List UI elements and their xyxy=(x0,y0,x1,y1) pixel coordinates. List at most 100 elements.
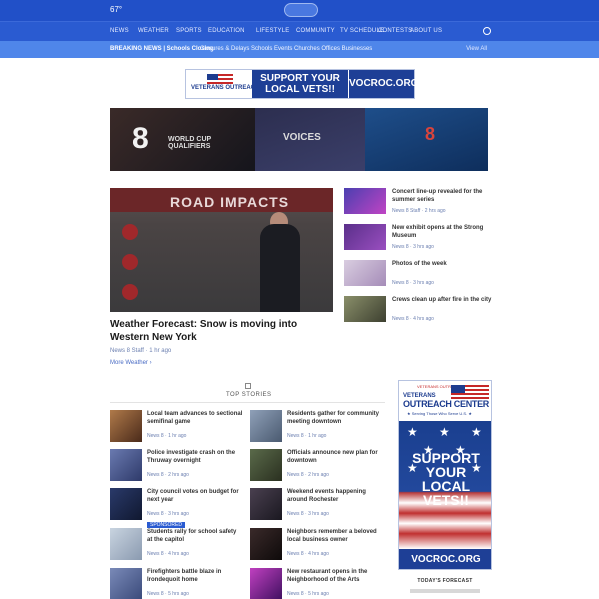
story-title[interactable]: Students rally for school safety at the … xyxy=(147,528,243,544)
ticker-label[interactable]: BREAKING NEWS | Schools Closing xyxy=(110,46,214,52)
story-thumbnail xyxy=(344,260,386,286)
side-story[interactable]: Crews clean up after fire in the city Ne… xyxy=(344,296,494,326)
impact-dot xyxy=(122,254,138,270)
star-icon: ★ xyxy=(407,425,418,439)
story-title[interactable]: City council votes on budget for next ye… xyxy=(147,488,243,504)
grid-story[interactable]: Weekend events happening around Rocheste… xyxy=(250,488,385,522)
grid-story[interactable]: Neighbors remember a beloved local busin… xyxy=(250,528,385,562)
flag-icon xyxy=(451,385,489,399)
story-meta: News 8 Staff · 2 hrs ago xyxy=(392,208,446,214)
story-title[interactable]: New exhibit opens at the Strong Museum xyxy=(392,224,492,240)
story-thumbnail xyxy=(110,410,142,442)
story-thumbnail xyxy=(344,296,386,322)
story-meta: News 8 · 4 hrs ago xyxy=(147,551,189,557)
leaderboard-ad[interactable]: VETERANS OUTREACH CENTER SUPPORT YOUR LO… xyxy=(185,69,418,99)
hero-image[interactable]: ROAD IMPACTS xyxy=(110,188,333,312)
story-meta: News 8 · 1 hr ago xyxy=(147,433,187,439)
nav-lifestyle[interactable]: LIFESTYLE xyxy=(256,28,289,34)
impact-dot xyxy=(122,284,138,300)
section-icon xyxy=(245,383,251,389)
story-title[interactable]: Crews clean up after fire in the city xyxy=(392,296,492,304)
banner-panel-flag: 8 xyxy=(365,108,488,171)
ad-brand-line2: OUTREACH CENTER Inc. xyxy=(403,399,491,409)
hero-more-link[interactable]: More Weather › xyxy=(110,360,152,366)
story-meta: News 8 · 5 hrs ago xyxy=(287,591,329,597)
main-nav: NEWS WEATHER SPORTS EDUCATION LIFESTYLE … xyxy=(0,21,599,41)
story-title[interactable]: New restaurant opens in the Neighborhood… xyxy=(287,568,383,584)
story-thumbnail xyxy=(250,449,282,481)
star-icon: ★ xyxy=(471,425,482,439)
grid-story[interactable]: City council votes on budget for next ye… xyxy=(110,488,245,522)
story-meta: News 8 · 2 hrs ago xyxy=(147,472,189,478)
story-meta: News 8 · 3 hrs ago xyxy=(287,511,329,517)
section-title: TOP STORIES xyxy=(226,392,272,398)
ticker-more-link[interactable]: View All xyxy=(466,46,487,52)
news-ticker: BREAKING NEWS | Schools Closing Closures… xyxy=(0,41,599,58)
story-title[interactable]: Residents gather for community meeting d… xyxy=(287,410,383,426)
story-title[interactable]: Photos of the week xyxy=(392,260,492,268)
story-title[interactable]: Neighbors remember a beloved local busin… xyxy=(287,528,383,544)
story-title[interactable]: Weekend events happening around Rocheste… xyxy=(287,488,383,504)
banner-panel3-text: 8 xyxy=(425,124,436,144)
side-story[interactable]: Concert line-up revealed for the summer … xyxy=(344,188,494,218)
promo-banner[interactable]: 8 WORLD CUP QUALIFIERS VOICES 8 xyxy=(110,108,488,171)
grid-story[interactable]: Officials announce new plan for downtown… xyxy=(250,449,385,483)
grid-story[interactable]: New restaurant opens in the Neighborhood… xyxy=(250,568,385,599)
hero-headline[interactable]: Weather Forecast: Snow is moving into We… xyxy=(110,318,335,344)
ticker-text[interactable]: Closures & Delays Schools Events Churche… xyxy=(200,46,372,52)
story-title[interactable]: Police investigate crash on the Thruway … xyxy=(147,449,243,465)
nav-news[interactable]: NEWS xyxy=(110,28,129,34)
story-thumbnail xyxy=(110,528,142,560)
grid-story[interactable]: Local team advances to sectional semifin… xyxy=(110,410,245,444)
story-thumbnail xyxy=(344,188,386,214)
side-story[interactable]: New exhibit opens at the Strong Museum N… xyxy=(344,224,494,254)
flag-icon xyxy=(207,74,233,84)
side-story[interactable]: Photos of the week News 8 · 3 hrs ago xyxy=(344,260,494,290)
story-title[interactable]: Local team advances to sectional semifin… xyxy=(147,410,243,426)
story-thumbnail xyxy=(250,568,282,599)
story-meta: News 8 · 3 hrs ago xyxy=(392,280,434,286)
banner-panel-voices: VOICES xyxy=(255,108,365,171)
channel-number: 8 xyxy=(132,122,149,155)
nav-about-us[interactable]: ABOUT US xyxy=(410,28,442,34)
story-thumbnail xyxy=(110,449,142,481)
hero-meta: News 8 Staff · 1 hr ago xyxy=(110,348,172,354)
banner-panel-sports: 8 WORLD CUP QUALIFIERS xyxy=(110,108,255,171)
sidebar-ad[interactable]: VETERANS OUTREACH CENTER VETERANS OUTREA… xyxy=(398,380,492,570)
slogan-line: SUPPORT xyxy=(412,450,480,466)
hero-graphic-title: ROAD IMPACTS xyxy=(170,194,290,210)
banner-panel1-text: WORLD CUP QUALIFIERS xyxy=(168,136,212,150)
ad-tagline: ★ Serving Those Who Serve U.S. ★ xyxy=(407,411,472,416)
ad-brand: VETERANS OUTREACH CENTER xyxy=(189,73,286,97)
story-thumbnail xyxy=(250,528,282,560)
story-meta: News 8 · 1 hr ago xyxy=(287,433,327,439)
story-meta: News 8 · 3 hrs ago xyxy=(147,511,189,517)
slogan-line: VETS!! xyxy=(423,492,469,508)
slogan-line: LOCAL xyxy=(421,478,471,494)
ad-headline: SUPPORT YOUR LOCAL VETS!! xyxy=(252,70,348,98)
slogan-line: YOUR xyxy=(425,464,467,480)
grid-story[interactable]: Firefighters battle blaze in Irondequoit… xyxy=(110,568,245,599)
nav-contests[interactable]: CONTESTS xyxy=(378,28,412,34)
grid-story[interactable]: SPONSORED Students rally for school safe… xyxy=(110,522,245,562)
grid-story[interactable]: Residents gather for community meeting d… xyxy=(250,410,385,444)
story-title[interactable]: Officials announce new plan for downtown xyxy=(287,449,383,465)
nav-community[interactable]: COMMUNITY xyxy=(296,28,335,34)
nav-weather[interactable]: WEATHER xyxy=(138,28,169,34)
nav-sports[interactable]: SPORTS xyxy=(176,28,202,34)
story-meta: News 8 · 4 hrs ago xyxy=(392,316,434,322)
nav-education[interactable]: EDUCATION xyxy=(208,28,245,34)
top-bar: 67° xyxy=(0,0,599,21)
weather-temp[interactable]: 67° xyxy=(110,5,122,14)
story-meta: News 8 · 3 hrs ago xyxy=(392,244,434,250)
grid-story[interactable]: Police investigate crash on the Thruway … xyxy=(110,449,245,483)
story-thumbnail xyxy=(344,224,386,250)
star-icon: ★ xyxy=(439,425,450,439)
story-title[interactable]: Firefighters battle blaze in Irondequoit… xyxy=(147,568,243,584)
ad-url: VOCROC.ORG xyxy=(348,70,418,98)
search-icon[interactable] xyxy=(483,27,491,35)
station-logo[interactable] xyxy=(284,3,318,17)
story-title[interactable]: Concert line-up revealed for the summer … xyxy=(392,188,492,204)
ad-slogan: SUPPORT YOUR LOCAL VETS!! xyxy=(399,450,491,508)
forecast-placeholder xyxy=(410,589,480,593)
